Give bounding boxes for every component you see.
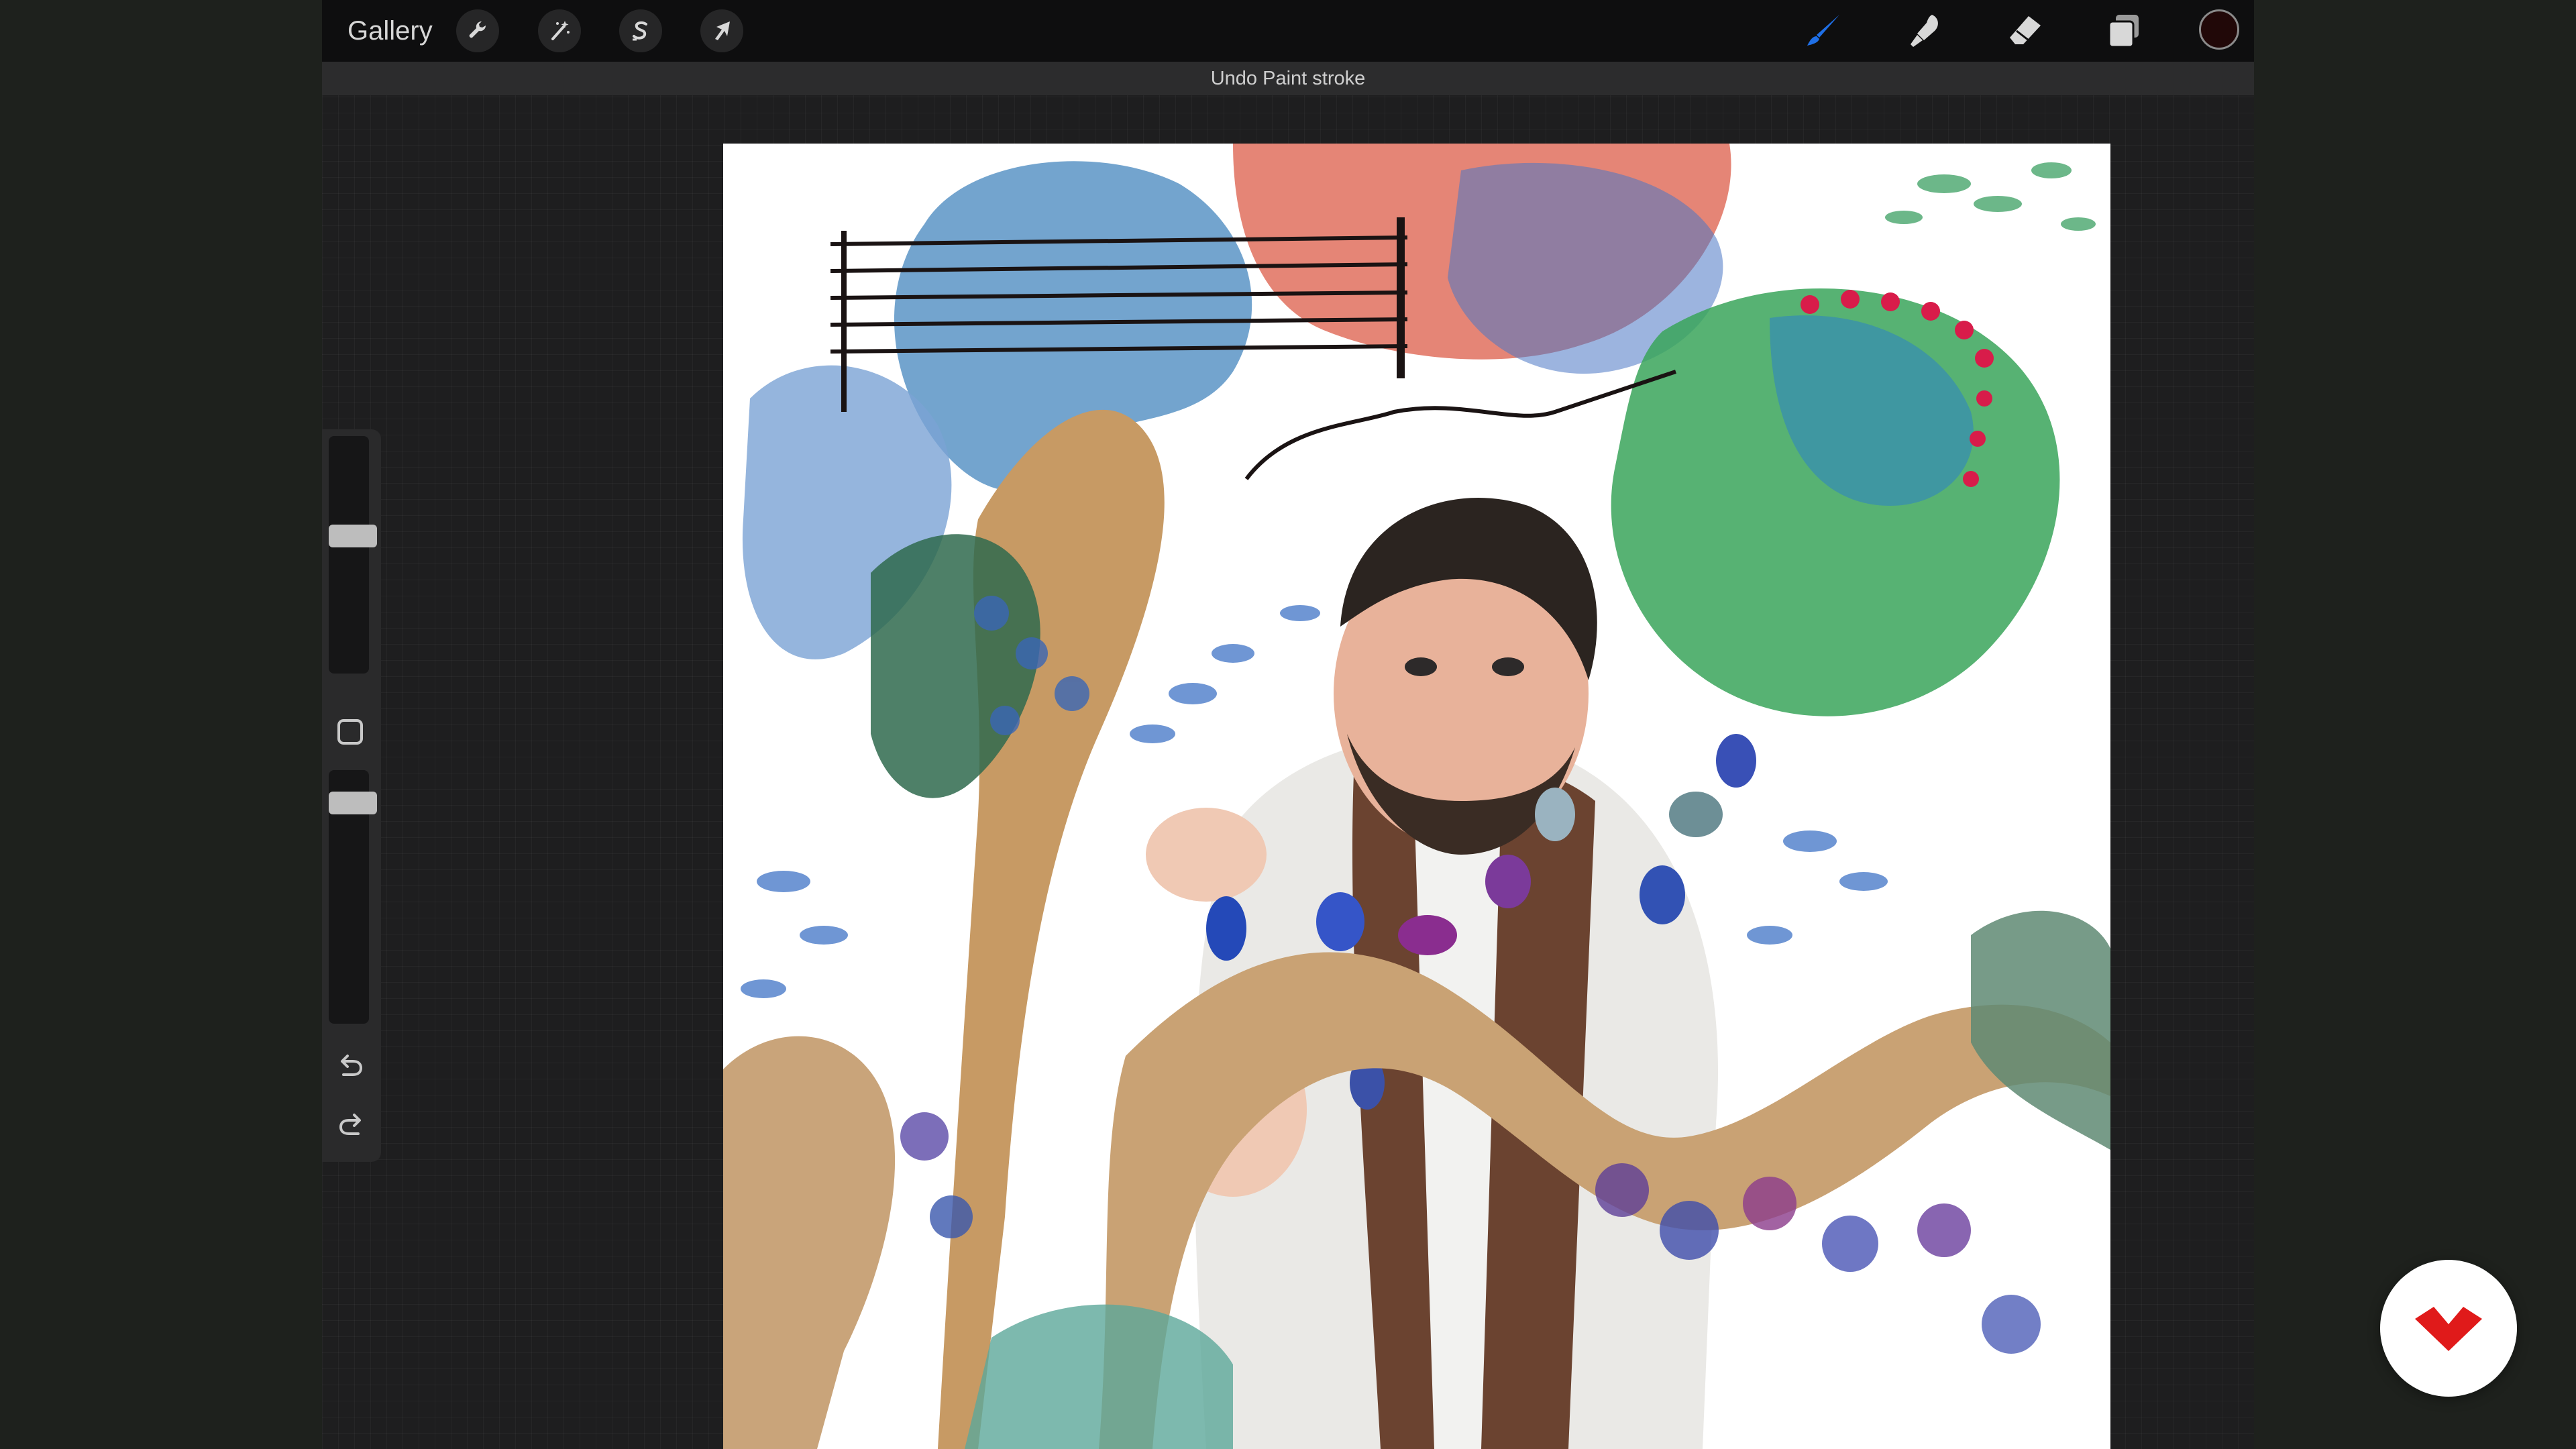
domestika-logo-icon — [2415, 1307, 2482, 1351]
artwork-illustration — [723, 144, 2110, 1449]
modify-square-icon[interactable] — [337, 719, 363, 745]
smudge-tool[interactable] — [1902, 9, 1945, 52]
brush-icon — [1807, 15, 1839, 46]
undo-notification: Undo Paint stroke — [322, 62, 2254, 95]
undo-icon[interactable] — [334, 1049, 368, 1083]
color-picker-swatch[interactable] — [2199, 9, 2239, 50]
transform-button[interactable] — [700, 9, 743, 52]
layers-tool[interactable] — [2102, 9, 2145, 52]
gallery-button[interactable]: Gallery — [347, 13, 433, 48]
redo-icon[interactable] — [334, 1108, 368, 1142]
left-sidebar — [322, 429, 381, 1162]
transform-arrow-icon — [715, 21, 730, 40]
layers-icon — [2108, 15, 2139, 48]
magic-wand-icon — [551, 21, 570, 40]
smudge-icon — [1911, 15, 1938, 47]
drawing-canvas[interactable] — [723, 144, 2110, 1449]
top-toolbar: Gallery — [322, 0, 2254, 62]
opacity-thumb[interactable] — [329, 792, 377, 814]
brand-logo-button[interactable] — [2380, 1260, 2517, 1397]
wrench-icon — [469, 21, 486, 38]
adjustments-button[interactable] — [538, 9, 581, 52]
eraser-icon — [2010, 16, 2041, 44]
brush-size-slider[interactable] — [329, 436, 369, 674]
eraser-tool[interactable] — [2003, 9, 2046, 52]
procreate-app: Gallery Undo Paint stroke — [322, 0, 2254, 1449]
actions-button[interactable] — [456, 9, 499, 52]
selection-button[interactable] — [619, 9, 662, 52]
selection-s-icon — [633, 21, 647, 41]
brush-size-thumb[interactable] — [329, 525, 377, 547]
brush-tool[interactable] — [1802, 9, 1845, 52]
